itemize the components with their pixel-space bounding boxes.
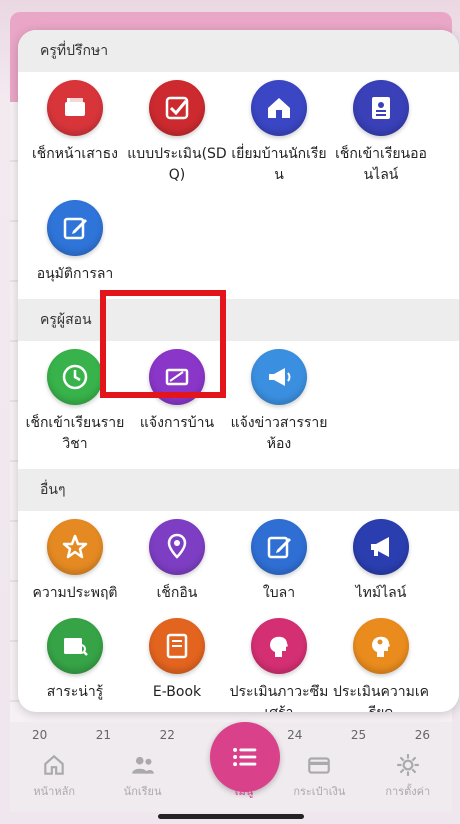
menu-item-label: แบบประเมิน(SDQ)	[127, 146, 227, 183]
menu-item-label: เช็กหน้าเสาธง	[32, 146, 118, 162]
menu-item-label: ประเมินภาวะซึมเศร้า	[229, 684, 329, 712]
location-pin-icon	[149, 519, 205, 575]
menu-item-online-checkin[interactable]: เช็กเข้าเรียนออนไลน์	[330, 80, 432, 186]
menu-item-label: เช็กเข้าเรียนออนไลน์	[335, 146, 427, 183]
date-item: 26	[414, 728, 430, 742]
date-item: 24	[287, 728, 303, 742]
date-item: 20	[32, 728, 48, 742]
menu-item-label: แจ้งการบ้าน	[139, 415, 215, 431]
menu-item-edit-form[interactable]: ใบลา	[228, 519, 330, 604]
menu-item-checkbox[interactable]: แบบประเมิน(SDQ)	[126, 80, 228, 186]
tab-label: นักเรียน	[123, 785, 162, 798]
head-icon	[251, 618, 307, 674]
menu-item-label: ใบลา	[262, 585, 296, 601]
approve-leave-icon	[47, 200, 103, 256]
menu-item-head[interactable]: ประเมินภาวะซึมเศร้า	[228, 618, 330, 712]
menu-item-label: E-Book	[152, 684, 202, 700]
flag-pole-icon	[47, 80, 103, 136]
menu-item-location-pin[interactable]: เช็กอิน	[126, 519, 228, 604]
date-item: 21	[95, 728, 112, 742]
menu-button-label: เมนู	[234, 785, 254, 798]
menu-item-book-search[interactable]: สาระน่ารู้	[24, 618, 126, 712]
section-header-advisor: ครูที่ปรึกษา	[18, 30, 459, 72]
wallet-icon	[308, 757, 331, 774]
menu-item-approve-leave[interactable]: อนุมัติการลา	[24, 200, 126, 285]
home-icon	[44, 754, 64, 775]
menu-item-label: เยี่ยมบ้านนักเรียน	[231, 146, 327, 183]
section-header-others: อื่นๆ	[18, 469, 459, 511]
menu-item-flag-pole[interactable]: เช็กหน้าเสาธง	[24, 80, 126, 186]
menu-item-megaphone[interactable]: แจ้งข่าวสารรายห้อง	[228, 349, 330, 455]
menu-item-star[interactable]: ความประพฤติ	[24, 519, 126, 604]
menu-sheet: ครูที่ปรึกษา เช็กหน้าเสาธง แบบประเมิน(SDQ…	[18, 30, 459, 712]
students-icon	[131, 756, 154, 774]
section-grid-teacher: เช็กเข้าเรียนรายวิชา แจ้งการบ้าน แจ้งข่าวส…	[18, 341, 459, 469]
date-item: 25	[350, 728, 367, 742]
section-header-teacher: ครูผู้สอน	[18, 299, 459, 341]
home-indicator	[158, 814, 304, 819]
checkbox-icon	[149, 80, 205, 136]
star-icon	[47, 519, 103, 575]
section-grid-others: ความประพฤติ เช็กอิน ใบลา ไทม์ไลน์สาระน่ารู้…	[18, 511, 459, 712]
tab-label: กระเป๋าเงิน	[293, 785, 346, 798]
section-grid-advisor: เช็กหน้าเสาธง แบบประเมิน(SDQ) เยี่ยมบ้านนั…	[18, 72, 459, 299]
menu-item-label: ความประพฤติ	[32, 585, 118, 601]
menu-item-label: เช็กเข้าเรียนรายวิชา	[25, 415, 125, 452]
megaphone-icon	[251, 349, 307, 405]
home-visit-icon	[251, 80, 307, 136]
highlight-box	[100, 290, 226, 398]
gear-icon	[396, 754, 419, 776]
menu-item-stress[interactable]: ประเมินความเครียด	[330, 618, 432, 712]
menu-item-label: อนุมัติการลา	[36, 266, 114, 282]
clock-icon	[47, 349, 103, 405]
online-checkin-icon	[353, 80, 409, 136]
tab-wallet[interactable]: กระเป๋าเงิน	[279, 752, 359, 800]
menu-item-label: เช็กอิน	[156, 585, 198, 601]
menu-item-label: แจ้งข่าวสารรายห้อง	[230, 415, 328, 452]
menu-item-label: สาระน่ารู้	[46, 684, 104, 700]
menu-item-label: ไทม์ไลน์	[355, 585, 407, 601]
announcement-icon	[353, 519, 409, 575]
ebook-icon	[149, 618, 205, 674]
tab-label: หน้าหลัก	[33, 785, 75, 798]
edit-form-icon	[251, 519, 307, 575]
tab-settings[interactable]: การตั้งค่า	[368, 752, 448, 800]
menu-item-ebook[interactable]: E-Book	[126, 618, 228, 712]
tab-students[interactable]: นักเรียน	[103, 752, 183, 800]
menu-item-label: ประเมินความเครียด	[333, 684, 429, 712]
menu-item-home-visit[interactable]: เยี่ยมบ้านนักเรียน	[228, 80, 330, 186]
menu-item-announcement[interactable]: ไทม์ไลน์	[330, 519, 432, 604]
stress-icon	[353, 618, 409, 674]
book-search-icon	[47, 618, 103, 674]
date-item: 22	[159, 728, 175, 742]
tab-label: การตั้งค่า	[385, 785, 431, 798]
list-menu-icon	[233, 747, 257, 767]
tab-home[interactable]: หน้าหลัก	[14, 752, 94, 800]
